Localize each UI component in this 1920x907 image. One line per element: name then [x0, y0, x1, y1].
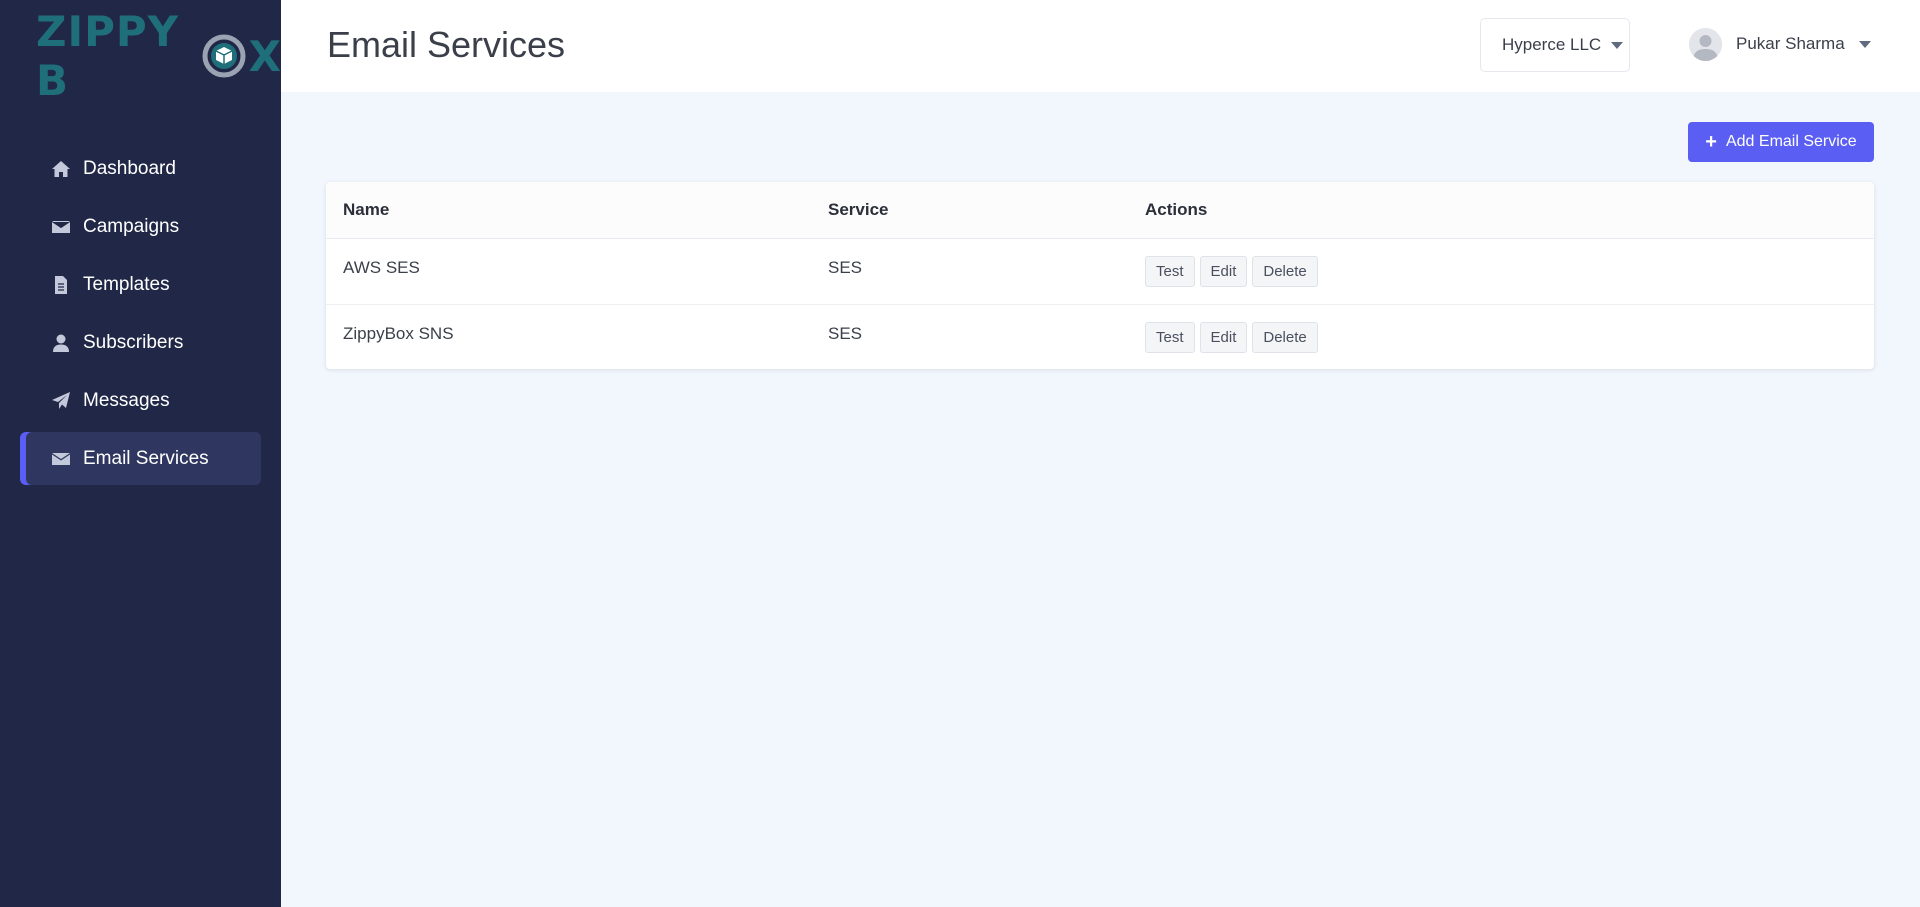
plus-icon: +	[1705, 131, 1717, 153]
cell-name: ZippyBox SNS	[343, 324, 454, 343]
cell-name: AWS SES	[343, 258, 420, 277]
sidebar-item-label: Dashboard	[83, 157, 176, 179]
chevron-down-icon	[1611, 41, 1624, 49]
user-name: Pukar Sharma	[1736, 34, 1845, 53]
column-header-actions: Actions	[1145, 200, 1208, 219]
logo-box-icon	[201, 33, 247, 79]
cell-actions: Test Edit Delete	[1145, 256, 1874, 287]
cell-service: SES	[828, 258, 863, 277]
chevron-down-icon	[1858, 40, 1871, 48]
sidebar-item-email-services[interactable]: Email Services	[20, 432, 261, 485]
sidebar-item-messages[interactable]: Messages	[20, 374, 261, 427]
delete-button[interactable]: Delete	[1252, 256, 1318, 287]
envelope-icon	[51, 449, 71, 469]
user-icon	[51, 333, 71, 353]
table-row: ZippyBox SNS SES Test Edit Delete	[326, 305, 1874, 369]
sidebar-item-label: Templates	[83, 273, 170, 295]
sidebar-item-subscribers[interactable]: Subscribers	[20, 316, 261, 369]
avatar	[1689, 27, 1722, 61]
sidebar-item-dashboard[interactable]: Dashboard	[20, 142, 261, 195]
add-email-service-label: Add Email Service	[1725, 133, 1857, 150]
sidebar-item-campaigns[interactable]: Campaigns	[20, 200, 261, 253]
test-button[interactable]: Test	[1145, 256, 1195, 287]
sidebar-item-label: Messages	[83, 389, 170, 411]
logo-text-end: X	[248, 31, 281, 81]
sidebar-item-label: Subscribers	[83, 331, 184, 353]
sidebar-item-templates[interactable]: Templates	[20, 258, 261, 311]
edit-button[interactable]: Edit	[1199, 321, 1248, 353]
sidebar-item-label: Campaigns	[83, 215, 180, 237]
email-services-table: Name Service Actions AWS SES SES Test Ed…	[326, 182, 1874, 369]
sidebar-item-label: Email Services	[83, 447, 209, 469]
envelope-icon	[51, 217, 71, 237]
paper-plane-icon	[51, 391, 71, 411]
home-icon	[51, 159, 71, 179]
column-header-service: Service	[828, 200, 889, 219]
add-email-service-button[interactable]: + Add Email Service	[1688, 122, 1874, 162]
organization-name: Hyperce LLC	[1502, 35, 1602, 54]
logo-text: ZIPPY B	[36, 7, 180, 105]
sidebar-nav: Dashboard Campaigns Templates Subscriber…	[20, 142, 261, 490]
user-menu[interactable]: Pukar Sharma	[1689, 26, 1871, 62]
column-header-name: Name	[343, 200, 390, 219]
zippybox-logo[interactable]: ZIPPY B X	[36, 7, 281, 105]
delete-button[interactable]: Delete	[1252, 321, 1318, 353]
edit-button[interactable]: Edit	[1199, 256, 1248, 287]
file-icon	[51, 275, 71, 295]
table-header: Name Service Actions	[326, 182, 1874, 239]
table-row: AWS SES SES Test Edit Delete	[326, 239, 1874, 305]
top-bar: Email Services Hyperce LLC Pukar Sharma	[281, 0, 1920, 92]
organization-select[interactable]: Hyperce LLC	[1480, 18, 1630, 72]
page-title: Email Services	[327, 24, 566, 65]
cell-service: SES	[828, 324, 863, 343]
cell-actions: Test Edit Delete	[1145, 321, 1874, 353]
sidebar: ZIPPY B X Dashboard Campaigns Templates …	[0, 0, 281, 907]
test-button[interactable]: Test	[1145, 321, 1195, 353]
